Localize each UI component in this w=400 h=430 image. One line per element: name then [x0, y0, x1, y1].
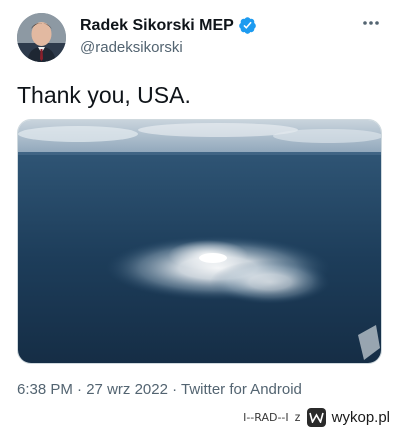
tweet-media-photo[interactable] [17, 119, 382, 364]
meta-separator: · [72, 381, 87, 398]
tweet-card: Radek Sikorski MEP @radeksikorski Thank … [0, 0, 400, 400]
wykop-logo-icon [306, 407, 326, 427]
watermark-site: wykop.pl [331, 408, 390, 426]
wykop-watermark: I--RAD--I z wykop.pl [243, 407, 390, 427]
more-options-icon[interactable] [362, 14, 380, 37]
author-handle[interactable]: @radeksikorski [80, 39, 183, 56]
author-name-row: Radek Sikorski MEP [80, 16, 257, 35]
tweet-text: Thank you, USA. [17, 82, 191, 108]
watermark-connector: z [294, 410, 301, 424]
tweet-meta: 6:38 PM · 27 wrz 2022 · Twitter for Andr… [17, 381, 302, 398]
tweet-source[interactable]: Twitter for Android [181, 381, 302, 398]
author-display-name[interactable]: Radek Sikorski MEP [80, 17, 234, 35]
more-horizontal-icon [363, 21, 379, 25]
meta-separator: · [167, 381, 181, 398]
watermark-user: I--RAD--I [243, 410, 289, 424]
tweet-date[interactable]: 27 wrz 2022 [86, 381, 168, 398]
tweet-time[interactable]: 6:38 PM [17, 381, 73, 398]
sea-leak-photo [18, 120, 381, 363]
verified-badge-icon [239, 17, 256, 34]
avatar[interactable] [17, 13, 66, 62]
avatar-photo [17, 13, 66, 62]
